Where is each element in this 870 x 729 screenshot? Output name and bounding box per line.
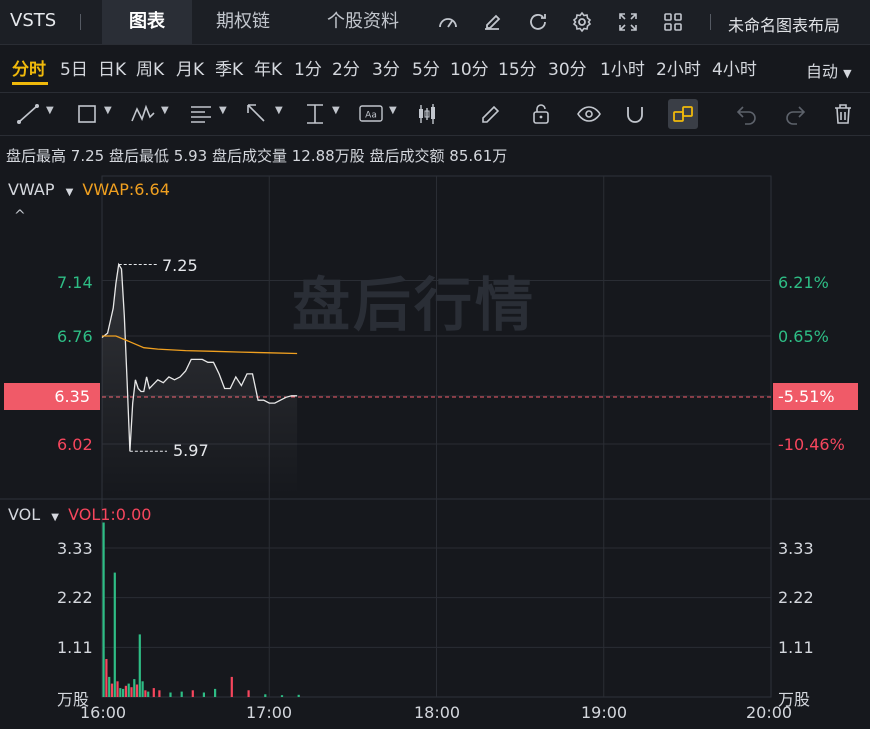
- volume-bar: [180, 691, 183, 697]
- max-price-label: 7.25: [162, 256, 198, 275]
- volume-bar: [116, 681, 119, 697]
- volume-bar: [191, 690, 194, 697]
- chevron-down-icon: ▼: [51, 512, 59, 523]
- current-pct-badge: -5.51%: [773, 383, 858, 410]
- vwap-line: [102, 335, 298, 355]
- y-left-tick: 6.76: [57, 327, 93, 346]
- y-left-tick: 6.02: [57, 435, 93, 454]
- volume-bar: [122, 688, 125, 697]
- vol-y-right-tick: 1.11: [778, 638, 814, 657]
- volume-bar: [264, 694, 267, 697]
- volume-bar: [169, 692, 172, 697]
- current-price-badge: 6.35: [4, 383, 100, 410]
- chevron-down-icon: ▼: [65, 187, 74, 198]
- x-axis-tick: 19:00: [581, 703, 628, 722]
- volume-bar: [280, 695, 284, 697]
- volume-bar: [152, 688, 155, 697]
- volume-bar: [138, 634, 141, 697]
- volume-bar: [124, 685, 127, 697]
- y-right-tick: 0.65%: [778, 327, 829, 346]
- x-axis-tick: 16:00: [80, 703, 127, 722]
- volume-bar: [133, 679, 136, 697]
- min-price-label: 5.97: [173, 441, 209, 460]
- volume-bar: [113, 572, 116, 697]
- volume-bar: [105, 659, 108, 697]
- volume-bar: [119, 688, 122, 697]
- x-axis-tick: 17:00: [246, 703, 293, 722]
- volume-bar: [144, 690, 147, 697]
- volume-bar: [135, 684, 139, 697]
- volume-bar: [102, 522, 105, 697]
- x-axis-tick: 18:00: [414, 703, 461, 722]
- y-right-tick: -10.46%: [778, 435, 845, 454]
- volume-bar: [110, 683, 114, 697]
- volume-bar: [214, 688, 217, 697]
- y-right-tick: 6.21%: [778, 273, 829, 292]
- vwap-value: VWAP:6.64: [82, 180, 170, 199]
- volume-bar: [147, 691, 150, 697]
- vol-y-left-tick: 3.33: [57, 539, 93, 558]
- vol-y-left-tick: 1.11: [57, 638, 93, 657]
- price-indicator-dropdown[interactable]: VWAP ▼ VWAP:6.64: [8, 180, 170, 199]
- x-axis-tick: 20:00: [746, 703, 793, 722]
- volume-bar: [130, 687, 133, 697]
- volume-indicator-dropdown[interactable]: VOL ▼ VOL1:0.00: [8, 505, 151, 524]
- watermark: 盘后行情: [292, 271, 537, 339]
- volume-bar: [230, 676, 233, 697]
- price-indicator-name: VWAP: [8, 180, 55, 199]
- volume-bar: [108, 676, 111, 697]
- volume-bar: [127, 683, 130, 697]
- y-left-tick: 7.14: [57, 273, 93, 292]
- vol-y-right-tick: 3.33: [778, 539, 814, 558]
- volume-indicator-name: VOL: [8, 505, 41, 524]
- volume-bar: [247, 690, 250, 697]
- volume-bar: [297, 694, 300, 697]
- volume-bar: [202, 692, 205, 697]
- vol1-value: VOL1:0.00: [68, 505, 152, 524]
- volume-bar: [141, 681, 144, 697]
- volume-bar: [158, 690, 161, 697]
- chart-canvas[interactable]: [0, 0, 870, 729]
- vol-y-left-tick: 2.22: [57, 588, 93, 607]
- vol-y-right-tick: 2.22: [778, 588, 814, 607]
- collapse-chevron-icon[interactable]: ^: [14, 208, 26, 224]
- price-area: [102, 264, 298, 496]
